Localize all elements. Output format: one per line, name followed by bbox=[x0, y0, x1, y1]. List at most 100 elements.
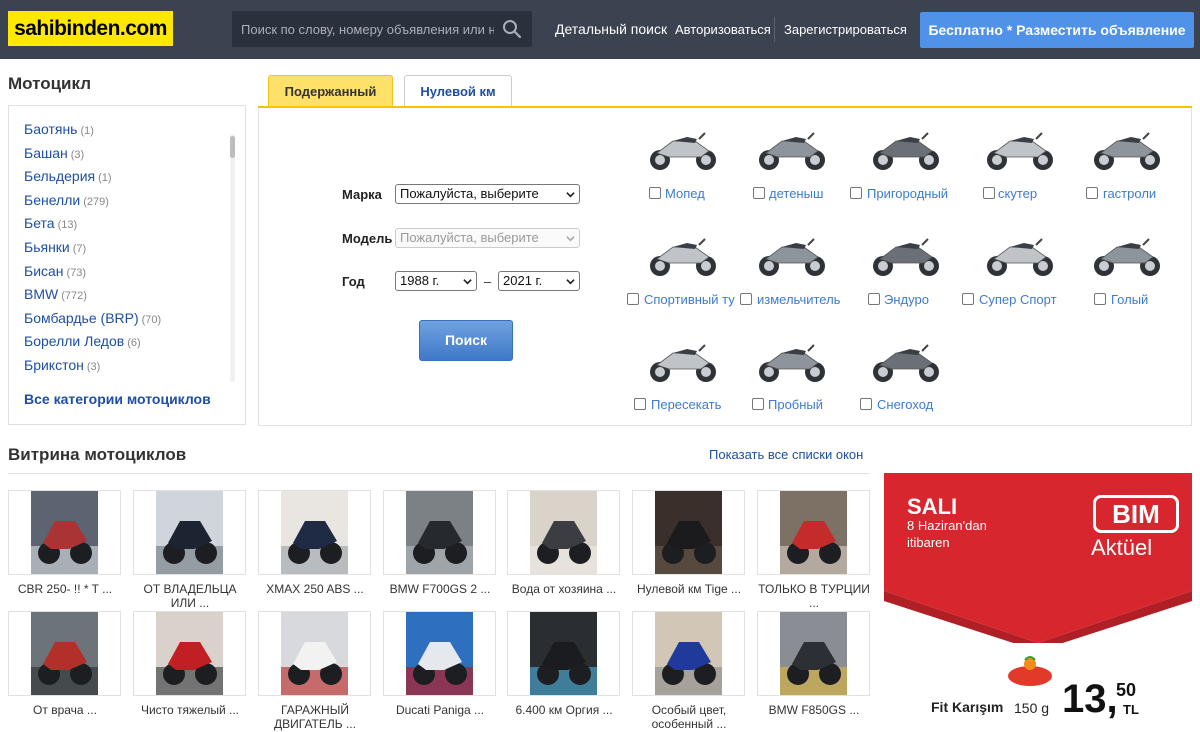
category-label[interactable]: Пересекать bbox=[651, 397, 721, 412]
listing-title[interactable]: 6.400 км Оргия ... bbox=[505, 703, 623, 717]
sidebar-brand-item[interactable]: Брикстон (3) bbox=[24, 357, 161, 381]
showcase-card[interactable] bbox=[632, 611, 745, 696]
listing-title[interactable]: Чисто тяжелый ... bbox=[131, 703, 249, 717]
scrollbar-track[interactable] bbox=[230, 134, 235, 382]
motorcycle-category-image[interactable] bbox=[1087, 127, 1167, 177]
listing-title[interactable]: От врача ... bbox=[6, 703, 124, 717]
motorcycle-category-image[interactable] bbox=[980, 127, 1060, 177]
post-ad-button[interactable]: Бесплатно * Разместить объявление bbox=[920, 12, 1194, 48]
listing-title[interactable]: CBR 250- !! * T ... bbox=[6, 582, 124, 596]
showcase-card[interactable] bbox=[507, 490, 620, 575]
showcase-card[interactable] bbox=[757, 611, 870, 696]
model-select[interactable]: Пожалуйста, выберите bbox=[395, 228, 580, 248]
listing-photo[interactable] bbox=[9, 612, 120, 695]
category-label[interactable]: детеныш bbox=[769, 186, 823, 201]
category-checkbox[interactable] bbox=[752, 398, 764, 410]
sidebar-brand-item[interactable]: Бомбардье (BRP) (70) bbox=[24, 310, 161, 334]
listing-photo[interactable] bbox=[633, 491, 744, 574]
category-checkbox[interactable] bbox=[962, 293, 974, 305]
category-checkbox[interactable] bbox=[740, 293, 752, 305]
showcase-card[interactable] bbox=[632, 490, 745, 575]
category-checkbox[interactable] bbox=[868, 293, 880, 305]
year-to-select[interactable]: 2021 г. bbox=[498, 271, 580, 291]
show-all-showcase-link[interactable]: Показать все списки окон bbox=[709, 447, 863, 462]
sidebar-brand-item[interactable]: BMW (772) bbox=[24, 286, 161, 310]
category-label[interactable]: Мопед bbox=[665, 186, 705, 201]
listing-photo[interactable] bbox=[259, 491, 370, 574]
listing-photo[interactable] bbox=[134, 612, 245, 695]
motorcycle-category-image[interactable] bbox=[866, 339, 946, 389]
category-label[interactable]: Снегоход bbox=[877, 397, 933, 412]
motorcycle-category-image[interactable] bbox=[1087, 233, 1167, 283]
search-icon[interactable] bbox=[502, 19, 522, 39]
search-button[interactable]: Поиск bbox=[419, 320, 513, 361]
sidebar-brand-item[interactable]: Бета (13) bbox=[24, 215, 161, 239]
category-checkbox[interactable] bbox=[1094, 293, 1106, 305]
showcase-card[interactable] bbox=[133, 490, 246, 575]
search-input[interactable] bbox=[232, 11, 494, 47]
listing-title[interactable]: Вода от хозяина ... bbox=[505, 582, 623, 596]
category-checkbox[interactable] bbox=[649, 187, 661, 199]
sidebar-brand-item[interactable]: Бисан (73) bbox=[24, 263, 161, 287]
category-checkbox[interactable] bbox=[860, 398, 872, 410]
category-label[interactable]: Пригородный bbox=[867, 186, 948, 201]
category-label[interactable]: гастроли bbox=[1103, 186, 1156, 201]
listing-title[interactable]: Особый цвет, особенный ... bbox=[630, 703, 748, 731]
motorcycle-category-image[interactable] bbox=[643, 127, 723, 177]
motorcycle-category-image[interactable] bbox=[643, 233, 723, 283]
sidebar-brand-item[interactable]: Борелли Ледов (6) bbox=[24, 333, 161, 357]
category-label[interactable]: Голый bbox=[1111, 292, 1148, 307]
listing-photo[interactable] bbox=[384, 491, 495, 574]
showcase-card[interactable] bbox=[507, 611, 620, 696]
category-label[interactable]: Спортивный ту bbox=[644, 292, 735, 307]
listing-photo[interactable] bbox=[259, 612, 370, 695]
category-checkbox[interactable] bbox=[1086, 187, 1098, 199]
sidebar-brand-item[interactable]: Бенелли (279) bbox=[24, 192, 161, 216]
motorcycle-category-image[interactable] bbox=[980, 233, 1060, 283]
category-checkbox[interactable] bbox=[627, 293, 639, 305]
motorcycle-category-image[interactable] bbox=[752, 127, 832, 177]
listing-photo[interactable] bbox=[758, 612, 869, 695]
detailed-search-link[interactable]: Детальный поиск bbox=[555, 21, 667, 37]
motorcycle-category-image[interactable] bbox=[752, 233, 832, 283]
listing-title[interactable]: ГАРАЖНЫЙ ДВИГАТЕЛЬ ... bbox=[256, 703, 374, 731]
listing-title[interactable]: XMAX 250 ABS ... bbox=[256, 582, 374, 596]
listing-photo[interactable] bbox=[508, 491, 619, 574]
login-link[interactable]: Авторизоваться bbox=[675, 22, 771, 37]
category-label[interactable]: измельчитель bbox=[757, 292, 840, 307]
listing-photo[interactable] bbox=[508, 612, 619, 695]
motorcycle-category-image[interactable] bbox=[866, 127, 946, 177]
showcase-card[interactable] bbox=[757, 490, 870, 575]
category-checkbox[interactable] bbox=[983, 187, 995, 199]
category-label[interactable]: Пробный bbox=[768, 397, 823, 412]
listing-title[interactable]: ОТ ВЛАДЕЛЬЦА ИЛИ ... bbox=[131, 582, 249, 610]
category-checkbox[interactable] bbox=[634, 398, 646, 410]
listing-photo[interactable] bbox=[9, 491, 120, 574]
motorcycle-category-image[interactable] bbox=[866, 233, 946, 283]
showcase-card[interactable] bbox=[8, 490, 121, 575]
showcase-card[interactable] bbox=[8, 611, 121, 696]
listing-photo[interactable] bbox=[384, 612, 495, 695]
sidebar-brand-item[interactable]: Бьянки (7) bbox=[24, 239, 161, 263]
showcase-card[interactable] bbox=[133, 611, 246, 696]
showcase-card[interactable] bbox=[258, 490, 371, 575]
sidebar-brand-item[interactable]: Башан (3) bbox=[24, 145, 161, 169]
scrollbar-thumb[interactable] bbox=[230, 136, 235, 158]
category-label[interactable]: Эндуро bbox=[884, 292, 929, 307]
register-link[interactable]: Зарегистрироваться bbox=[784, 22, 907, 37]
listing-photo[interactable] bbox=[758, 491, 869, 574]
brand-select[interactable]: Пожалуйста, выберите bbox=[395, 184, 580, 204]
listing-title[interactable]: ТОЛЬКО В ТУРЦИИ ... bbox=[755, 582, 873, 610]
all-categories-link[interactable]: Все категории мотоциклов bbox=[24, 391, 211, 407]
category-label[interactable]: скутер bbox=[998, 186, 1037, 201]
ad-banner[interactable]: SALI 8 Haziran'dan itibaren BIM Aktüel F… bbox=[884, 473, 1192, 732]
listing-title[interactable]: BMW F700GS 2 ... bbox=[381, 582, 499, 596]
listing-photo[interactable] bbox=[134, 491, 245, 574]
category-label[interactable]: Супер Спорт bbox=[979, 292, 1057, 307]
site-logo[interactable]: sahibinden.com bbox=[8, 11, 173, 46]
showcase-card[interactable] bbox=[383, 490, 496, 575]
showcase-card[interactable] bbox=[258, 611, 371, 696]
motorcycle-category-image[interactable] bbox=[752, 339, 832, 389]
showcase-card[interactable] bbox=[383, 611, 496, 696]
sidebar-brand-item[interactable]: Бельдерия (1) bbox=[24, 168, 161, 192]
